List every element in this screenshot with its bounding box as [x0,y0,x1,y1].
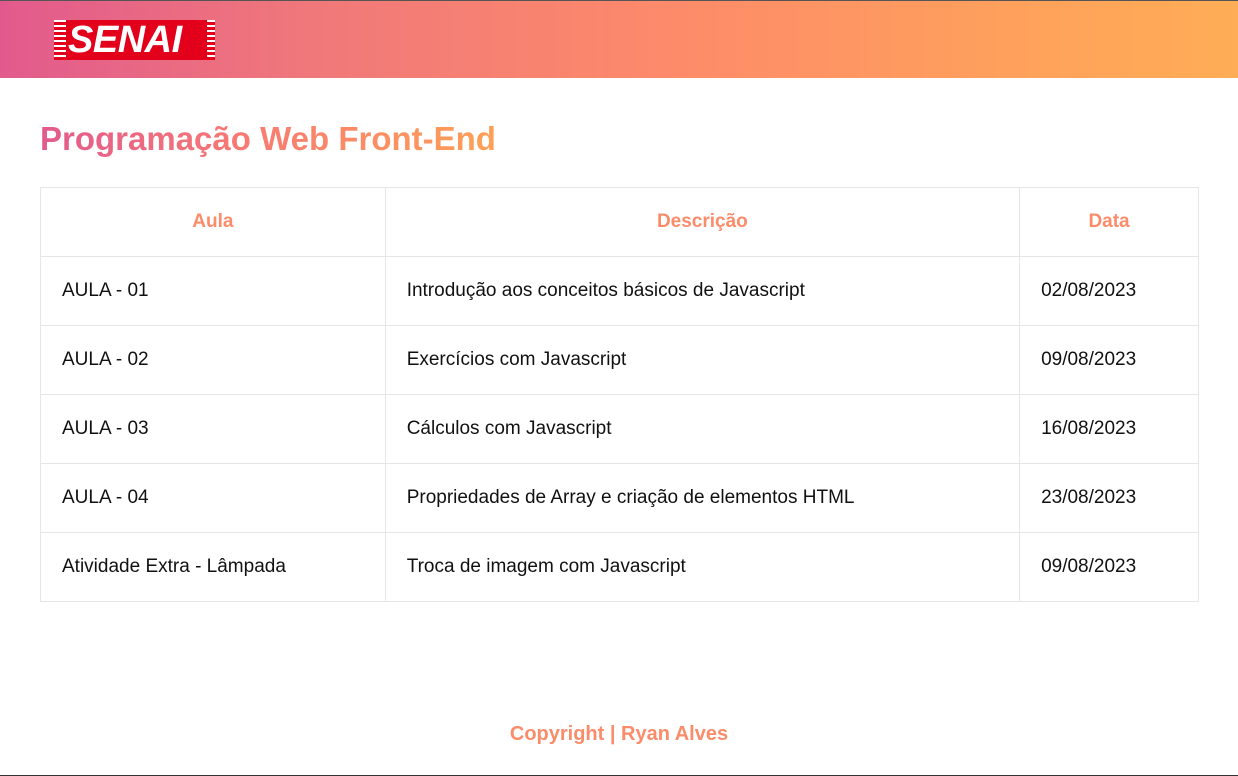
page-title: Programação Web Front-End [40,120,496,157]
cell-descricao: Exercícios com Javascript [384,325,1021,395]
cell-aula: AULA - 02 [40,325,386,395]
cell-data: 02/08/2023 [1019,256,1199,326]
table-row: AULA - 03 Cálculos com Javascript 16/08/… [40,394,1199,464]
table-header-row: Aula Descrição Data [40,187,1199,257]
table-row: AULA - 04 Propriedades de Array e criaçã… [40,463,1199,533]
column-header-aula: Aula [40,187,386,257]
cell-data: 09/08/2023 [1019,325,1199,395]
cell-aula: AULA - 03 [40,394,386,464]
table-row: Atividade Extra - Lâmpada Troca de image… [40,532,1199,602]
cell-data: 16/08/2023 [1019,394,1199,464]
cell-data: 23/08/2023 [1019,463,1199,533]
cell-aula: AULA - 01 [40,256,386,326]
cell-descricao: Cálculos com Javascript [384,394,1021,464]
cell-data: 09/08/2023 [1019,532,1199,602]
header-bar: SENAI [0,1,1238,78]
logo-text: SENAI [66,20,184,60]
cell-aula: Atividade Extra - Lâmpada [40,532,386,602]
table-row: AULA - 02 Exercícios com Javascript 09/0… [40,325,1199,395]
footer-copyright: Copyright | Ryan Alves [509,723,729,745]
cell-descricao: Propriedades de Array e criação de eleme… [384,463,1021,533]
cell-aula: AULA - 04 [40,463,386,533]
table-row: AULA - 01 Introdução aos conceitos básic… [40,256,1199,326]
page: SENAI Programação Web Front-End Aula Des… [0,0,1238,776]
lessons-table: Aula Descrição Data AULA - 01 Introdução… [40,187,1199,602]
logo-stripes-right [207,20,215,60]
cell-descricao: Introdução aos conceitos básicos de Java… [384,256,1021,326]
column-header-descricao: Descrição [384,187,1021,257]
cell-descricao: Troca de imagem com Javascript [384,532,1021,602]
senai-logo[interactable]: SENAI [54,20,215,60]
column-header-data: Data [1019,187,1199,257]
